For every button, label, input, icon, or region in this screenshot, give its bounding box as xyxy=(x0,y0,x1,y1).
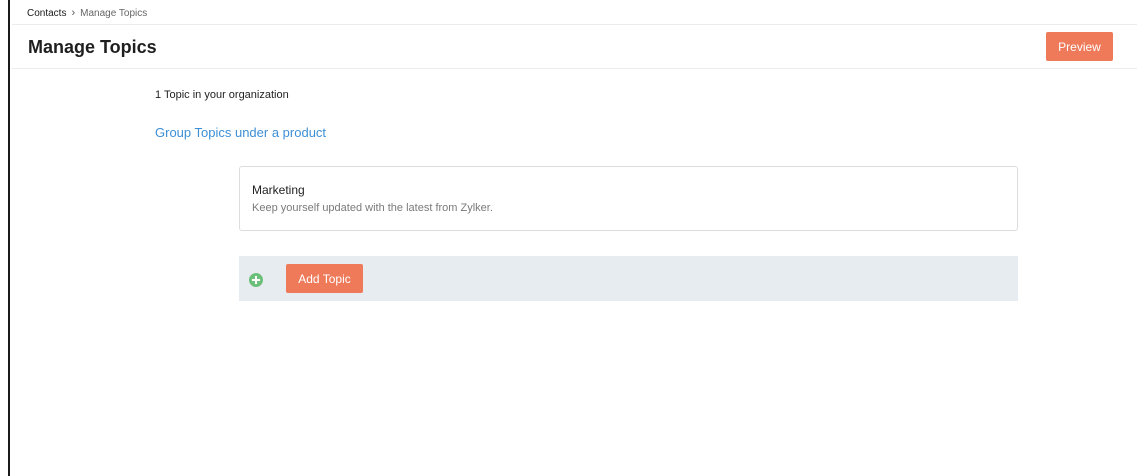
breadcrumb: Contacts › Manage Topics xyxy=(27,5,147,21)
plus-circle-icon[interactable] xyxy=(249,273,263,287)
preview-button[interactable]: Preview xyxy=(1046,32,1113,61)
group-topics-link[interactable]: Group Topics under a product xyxy=(155,125,326,140)
add-topic-bar: Add Topic xyxy=(239,256,1018,301)
topic-description: Keep yourself updated with the latest fr… xyxy=(252,202,493,214)
topic-card[interactable]: Marketing Keep yourself updated with the… xyxy=(239,166,1018,231)
topic-name: Marketing xyxy=(252,183,305,197)
add-topic-button[interactable]: Add Topic xyxy=(286,264,363,293)
topic-count: 1 Topic in your organization xyxy=(155,89,289,101)
header-divider xyxy=(12,68,1137,69)
left-border xyxy=(0,0,10,476)
page-title: Manage Topics xyxy=(28,37,157,57)
breadcrumb-divider xyxy=(12,24,1137,25)
breadcrumb-contacts[interactable]: Contacts xyxy=(27,8,66,19)
breadcrumb-current: Manage Topics xyxy=(80,7,148,19)
chevron-right-icon: › xyxy=(71,7,76,19)
